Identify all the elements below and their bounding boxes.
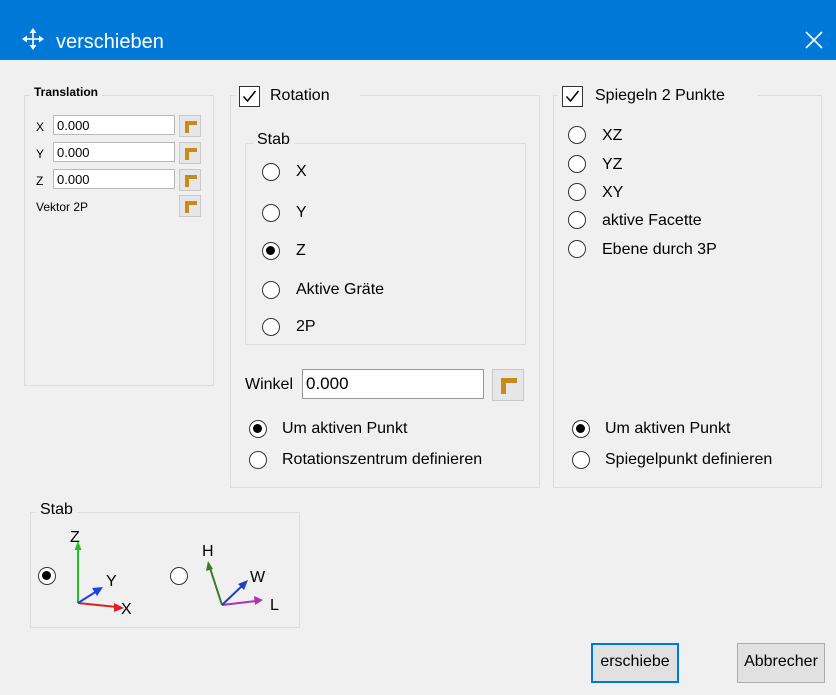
spiegeln-label: Spiegeln 2 Punkte xyxy=(595,87,725,104)
spiegeln-radio-xz[interactable] xyxy=(568,126,586,144)
rotation-option-x: X xyxy=(296,163,307,180)
spiegeln-radio-xy[interactable] xyxy=(568,183,586,201)
spiegeln-point-radio-active[interactable] xyxy=(572,420,590,438)
rotation-center-radio-define[interactable] xyxy=(249,451,267,469)
pick-z-button[interactable] xyxy=(179,169,201,191)
rotation-center-option-active: Um aktiven Punkt xyxy=(282,420,408,437)
translation-group xyxy=(24,95,214,386)
pick-winkel-button[interactable] xyxy=(492,369,524,401)
spiegeln-option-aktive-facette: aktive Facette xyxy=(602,212,702,229)
y-label: Y xyxy=(36,147,45,161)
z-input[interactable] xyxy=(53,169,175,189)
spiegeln-point-option-define: Spiegelpunkt definieren xyxy=(605,451,773,468)
pick-point-icon xyxy=(185,175,197,187)
stab-frame-legend: Stab xyxy=(36,501,77,519)
stab-radio-xyz[interactable] xyxy=(38,567,56,585)
rotation-option-2p: 2P xyxy=(296,318,316,335)
spiegeln-point-radio-define[interactable] xyxy=(572,451,590,469)
spiegeln-option-ebene-3p: Ebene durch 3P xyxy=(602,241,717,258)
ok-button[interactable]: erschiebe xyxy=(591,643,679,683)
axis-label-y: Y xyxy=(106,573,117,590)
pick-point-icon xyxy=(185,148,197,160)
pick-point-icon xyxy=(185,121,197,133)
spiegeln-radio-yz[interactable] xyxy=(568,155,586,173)
x-label: X xyxy=(36,120,45,134)
axis-label-h: H xyxy=(202,543,214,560)
axis-label-l: L xyxy=(270,597,279,614)
spiegeln-option-yz: YZ xyxy=(602,156,623,173)
cancel-button[interactable]: Abbrecher xyxy=(737,643,825,683)
rotation-radio-z[interactable] xyxy=(262,242,280,260)
spiegeln-option-xz: XZ xyxy=(602,127,623,144)
rotation-radio-aktive-grate[interactable] xyxy=(262,281,280,299)
x-input[interactable] xyxy=(53,115,175,135)
spiegeln-radio-ebene-3p[interactable] xyxy=(568,240,586,258)
stab-radio-hwl[interactable] xyxy=(170,567,188,585)
dialog-window: verschieben Translation X Y Z Vektor 2P xyxy=(0,0,836,695)
axis-label-z: Z xyxy=(70,529,80,546)
rotation-checkbox[interactable] xyxy=(239,86,260,107)
window-title: verschieben xyxy=(56,31,164,53)
spiegeln-radio-aktive-facette[interactable] xyxy=(568,211,586,229)
rotation-stab-legend: Stab xyxy=(253,131,294,149)
rotation-option-z: Z xyxy=(296,242,306,259)
pick-point-icon xyxy=(501,378,517,394)
rotation-stab-group xyxy=(245,143,526,345)
rotation-option-y: Y xyxy=(296,204,307,221)
winkel-label-clip: Winkel xyxy=(245,376,296,398)
rotation-center-radio-active[interactable] xyxy=(249,420,267,438)
pick-x-button[interactable] xyxy=(179,115,201,137)
vektor-2p-label: Vektor 2P xyxy=(36,200,89,214)
translation-legend: Translation xyxy=(30,85,103,99)
y-input[interactable] xyxy=(53,142,175,162)
pick-point-icon xyxy=(185,201,197,213)
rotation-center-option-define: Rotationszentrum definieren xyxy=(282,451,483,468)
axis-label-w: W xyxy=(250,569,266,586)
spiegeln-option-xy: XY xyxy=(602,184,624,201)
pick-vektor-button[interactable] xyxy=(179,195,201,217)
rotation-radio-y[interactable] xyxy=(262,204,280,222)
axis-label-x: X xyxy=(121,601,132,618)
spiegeln-point-option-active: Um aktiven Punkt xyxy=(605,420,731,437)
move-arrows-icon xyxy=(22,28,44,50)
pick-y-button[interactable] xyxy=(179,142,201,164)
spiegeln-checkbox[interactable] xyxy=(562,86,583,107)
z-label: Z xyxy=(36,174,44,188)
winkel-label: Winkel xyxy=(245,376,294,393)
rotation-label: Rotation xyxy=(270,87,330,104)
rotation-option-aktive-grate: Aktive Gräte xyxy=(296,281,385,298)
rotation-radio-2p[interactable] xyxy=(262,318,280,336)
title-bar: verschieben xyxy=(0,0,836,60)
winkel-input[interactable] xyxy=(302,369,484,399)
close-icon[interactable] xyxy=(798,26,828,56)
rotation-radio-x[interactable] xyxy=(262,163,280,181)
